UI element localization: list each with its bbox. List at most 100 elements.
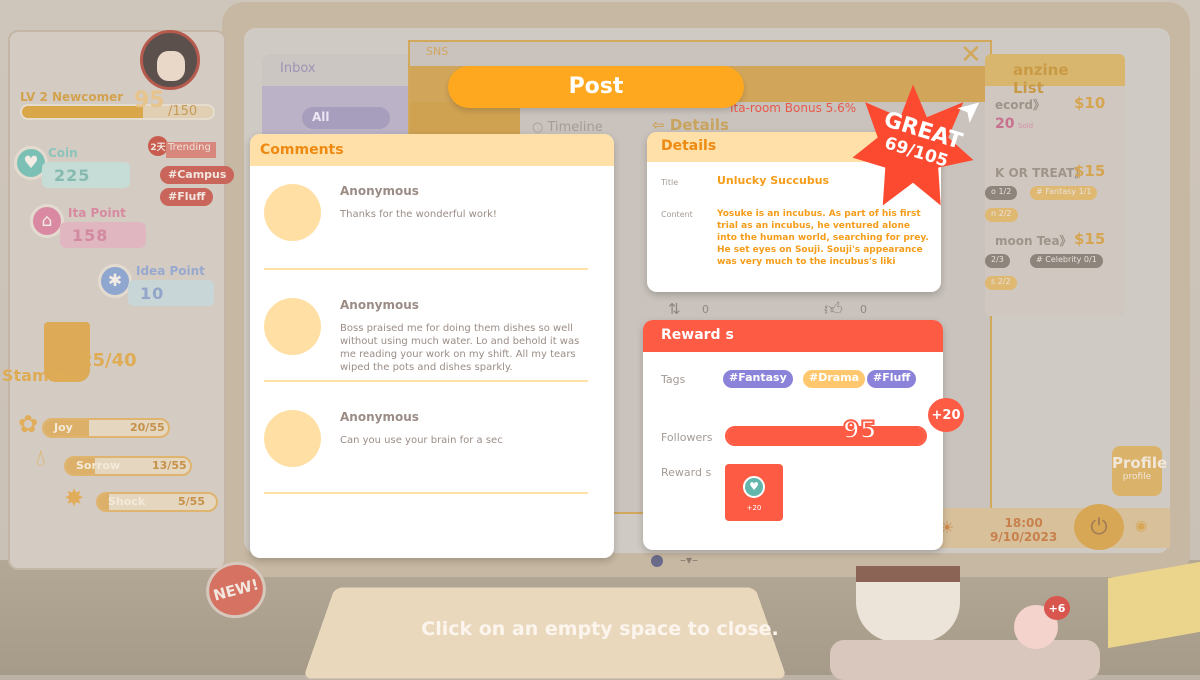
fanzine-item-name[interactable]: moon Tea》 <box>995 232 1072 249</box>
followers-bonus-badge: +20 <box>928 398 964 432</box>
fanzine-tag: n 2/2 <box>985 208 1018 222</box>
exp-max: /150 <box>168 104 198 119</box>
emotion-value: 13/55 <box>152 459 187 472</box>
avatar-face <box>157 51 185 81</box>
player-avatar[interactable] <box>140 30 200 90</box>
reward-item-value: +20 <box>746 504 762 512</box>
exp-value: 95 <box>134 88 165 113</box>
reward-tag[interactable]: #Fantasy <box>723 370 793 388</box>
reward-item-card[interactable]: ♥ +20 <box>725 464 783 521</box>
repost-icon[interactable]: ⇅ <box>668 300 681 318</box>
stamina-value: 25/40 <box>80 350 137 371</box>
cat-logo-icon: –▾– <box>680 553 699 567</box>
commenter-name: Anonymous <box>340 298 419 312</box>
fanzine-item-name[interactable]: K OR TREAT》 <box>995 164 1086 181</box>
coin-value: 225 <box>42 162 130 188</box>
emotion-label: Joy <box>54 421 73 434</box>
mascot-notification-badge: +6 <box>1044 596 1070 620</box>
idea-point-value: 10 <box>128 280 214 306</box>
reward-tag[interactable]: #Fluff <box>867 370 917 388</box>
comment-text: Can you use your brain for a sec <box>340 435 503 446</box>
emotion-label: Sorrow <box>76 459 121 472</box>
exp-bar-fill <box>22 106 143 118</box>
tags-label: Tags <box>661 373 686 386</box>
commenter-name: Anonymous <box>340 184 419 198</box>
comments-title: Comments <box>250 134 614 166</box>
emotion-value: 20/55 <box>130 421 165 434</box>
fanzine-item-price: $10 <box>1074 94 1106 112</box>
new-label: NEW! <box>211 575 261 605</box>
ita-room-bonus: Ita-room Bonus 5.6% <box>730 101 857 115</box>
clock: 18:00 9/10/2023 <box>990 516 1057 544</box>
fanzine-tag: # Fantasy 1/1 <box>1030 186 1098 200</box>
level-label: LV 2 Newcomer <box>20 90 124 104</box>
followers-max: /80 <box>901 430 916 440</box>
fanzine-tag: # Celebrity 0/1 <box>1030 254 1103 268</box>
clock-date: 9/10/2023 <box>990 530 1058 544</box>
work-title: Unlucky Succubus <box>717 174 830 187</box>
rewards-panel: Reward s Tags #Fantasy #Drama #Fluff Follo… <box>643 320 943 550</box>
sns-timeline-tab[interactable]: ○ Timeline <box>532 120 603 135</box>
comment-item: Anonymous Can you use your brain for a se… <box>264 410 588 494</box>
close-hint: Click on an empty space to close. <box>421 618 779 640</box>
emotion-value: 5/55 <box>178 495 205 508</box>
sns-title: SNS <box>426 45 449 58</box>
trending-tag[interactable]: #Campus <box>160 166 235 184</box>
comment-text: Thanks for the wonderful work! <box>340 209 497 220</box>
work-content: Yosuke is an incubus. As part of his fir… <box>717 209 929 267</box>
fanzine-item-price: $15 <box>1074 230 1106 248</box>
eye-icon[interactable]: ◉ <box>1135 518 1147 534</box>
webcam-icon <box>651 555 663 567</box>
trend-days-badge: 2天 <box>148 136 168 156</box>
trending-label[interactable]: Trending <box>166 142 216 158</box>
comment-text: Boss praised me for doing them dishes so… <box>340 323 580 373</box>
desk-tray <box>830 640 1100 680</box>
lightbulb-icon: ✱ <box>98 264 132 298</box>
timeline-label: Timeline <box>547 120 603 135</box>
heart-coin-icon: ♥ <box>743 476 765 498</box>
followers-value: 95 <box>842 415 877 445</box>
fanzine-item-price: $15 <box>1074 162 1106 180</box>
inbox-title: Inbox <box>262 54 422 86</box>
comment-item: Anonymous Boss praised me for doing them … <box>264 298 588 382</box>
post-banner: Post <box>448 66 744 108</box>
like-count: 0 <box>860 303 867 316</box>
repost-count: 0 <box>702 303 709 316</box>
fanzine-tag: s 2/2 <box>985 276 1017 290</box>
commenter-avatar <box>264 410 321 467</box>
comments-panel: Comments Anonymous Thanks for the wonderf… <box>250 134 614 558</box>
comment-item: Anonymous Thanks for the wonderful work! <box>264 184 588 270</box>
reward-tag[interactable]: #Drama <box>803 370 866 388</box>
followers-label: Followers <box>661 431 713 444</box>
burst-icon: ✸ <box>64 484 85 512</box>
idea-point-label: Idea Point <box>136 264 205 278</box>
profile-subtitle: profile <box>1122 472 1152 482</box>
coin-label: Coin <box>48 146 78 160</box>
droplet-icon: 💧︎ <box>36 444 46 472</box>
rewards-label: Reward s <box>661 466 712 479</box>
profile-button[interactable]: Profile profile <box>1112 446 1168 496</box>
commenter-avatar <box>264 298 321 355</box>
ita-point-value: 158 <box>60 222 146 248</box>
thumbs-up-icon[interactable]: 👍︎ <box>824 298 843 320</box>
title-label: Title <box>661 178 679 187</box>
fanzine-sold-label: Sold <box>1018 122 1034 130</box>
flower-icon: ✿ <box>18 410 39 438</box>
content-label: Content <box>661 210 693 219</box>
house-icon: ⌂ <box>30 204 64 238</box>
trending-tag[interactable]: #Fluff <box>160 188 214 206</box>
fanzine-tag: o 1/2 <box>985 186 1018 200</box>
emotion-label: Shock <box>108 495 146 508</box>
stamina-label: Stamina <box>2 366 77 385</box>
inbox-filter-all[interactable]: All <box>302 107 390 129</box>
fanzine-tag: 2/3 <box>985 254 1010 268</box>
followers-bar <box>725 426 927 446</box>
commenter-name: Anonymous <box>340 410 419 424</box>
rewards-title: Reward s <box>643 320 943 352</box>
fanzine-list-title: anzine List <box>985 54 1125 97</box>
fanzine-item-name[interactable]: ecord》 <box>995 96 1045 113</box>
followers-bar-fill <box>727 428 925 444</box>
fanzine-sold-count: 20 <box>995 116 1015 132</box>
profile-title: Profile <box>1112 454 1168 472</box>
power-icon[interactable]: ⏻ <box>1074 504 1124 550</box>
